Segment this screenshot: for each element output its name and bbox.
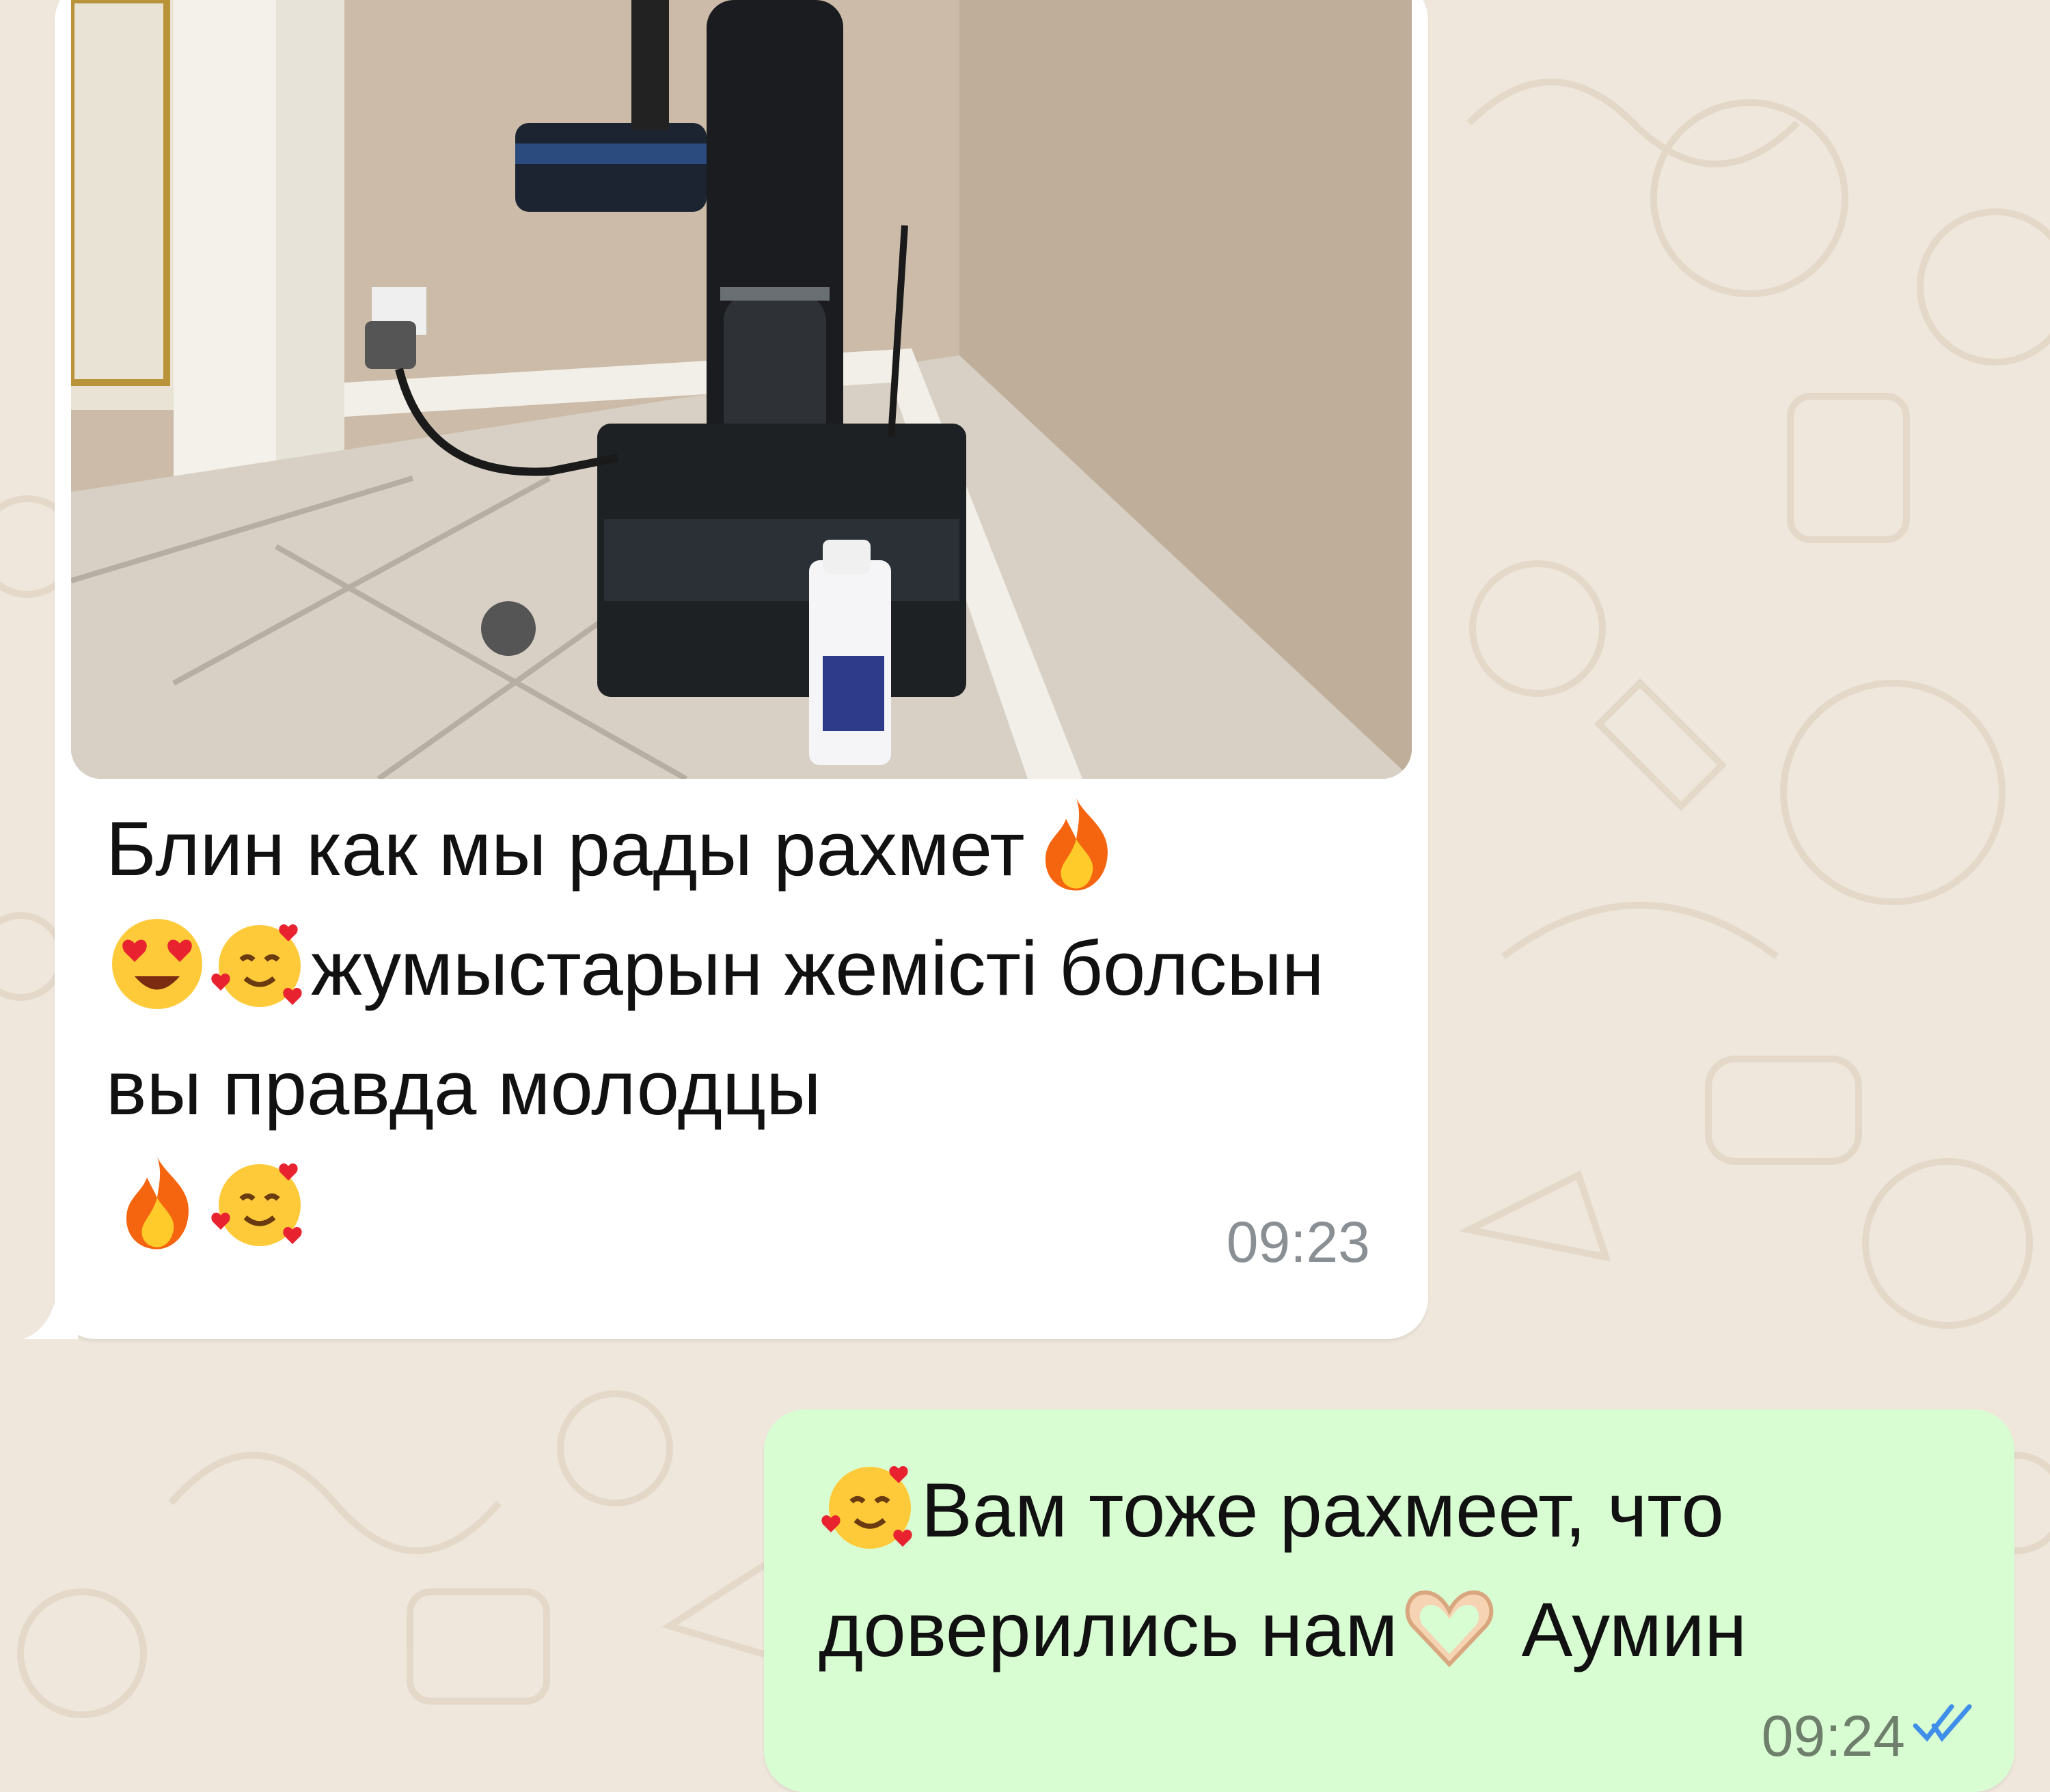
outgoing-message-text: Вам тоже рахмеет, что доверились нам Аум… [819,1450,1994,1690]
fire-emoji [1025,793,1128,896]
heart-hands-emoji [1398,1574,1501,1677]
message-text-part: Аумин [1500,1587,1747,1672]
message-timestamp: 09:23 [1226,1210,1370,1274]
smiling-hearts-emoji [208,1152,311,1254]
outgoing-message-bubble[interactable]: Вам тоже рахмеет, что доверились нам Аум… [764,1409,2014,1792]
smiling-hearts-emoji [819,1455,921,1557]
bubble-tail [23,1291,78,1339]
incoming-message-text: Блин как мы рады рахмет жумыстарын жеміст… [106,789,1377,1267]
message-text-part: Блин как мы рады рахмет [106,806,1025,892]
message-timestamp: 09:24 [1761,1704,1905,1768]
attached-photo[interactable] [71,0,1412,779]
smiling-hearts-emoji [208,913,311,1015]
fire-emoji [106,1152,208,1254]
double-check-icon [1913,1704,1972,1742]
incoming-message-bubble[interactable]: Блин как мы рады рахмет жумыстарын жеміст… [23,0,1428,1339]
heart-eyes-emoji [106,913,208,1015]
